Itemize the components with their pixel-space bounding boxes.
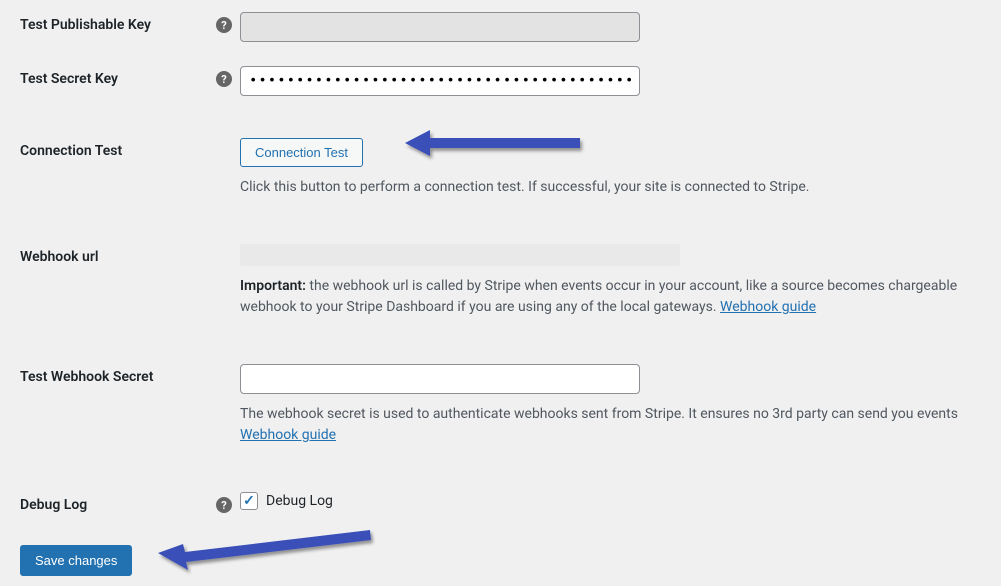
connection-test-description: Click this button to perform a connectio… <box>240 177 981 198</box>
test-publishable-key-label: Test Publishable Key <box>20 17 151 33</box>
webhook-url-label: Webhook url <box>20 249 99 265</box>
important-label: Important: <box>240 278 306 294</box>
webhook-url-description: Important: the webhook url is called by … <box>240 276 981 318</box>
save-changes-button[interactable]: Save changes <box>20 545 132 576</box>
test-publishable-key-input[interactable] <box>240 12 640 42</box>
test-webhook-secret-description: The webhook secret is used to authentica… <box>240 404 981 446</box>
connection-test-button[interactable]: Connection Test <box>240 138 363 167</box>
webhook-guide-link[interactable]: Webhook guide <box>240 427 336 443</box>
debug-log-checkbox-label: Debug Log <box>266 493 333 509</box>
debug-log-label: Debug Log <box>20 497 87 513</box>
test-webhook-secret-input[interactable] <box>240 364 640 394</box>
help-icon[interactable]: ? <box>216 17 232 33</box>
arrow-annotation-icon <box>150 520 390 580</box>
debug-log-checkbox[interactable] <box>240 492 258 510</box>
test-secret-key-label: Test Secret Key <box>20 71 118 87</box>
help-icon[interactable]: ? <box>216 71 232 87</box>
test-webhook-secret-label: Test Webhook Secret <box>20 369 153 385</box>
webhook-guide-link[interactable]: Webhook guide <box>720 299 816 315</box>
connection-test-label: Connection Test <box>20 143 122 159</box>
arrow-annotation-icon <box>400 118 600 168</box>
test-secret-key-input[interactable] <box>240 66 640 96</box>
help-icon[interactable]: ? <box>216 497 232 513</box>
webhook-url-value <box>240 244 680 266</box>
